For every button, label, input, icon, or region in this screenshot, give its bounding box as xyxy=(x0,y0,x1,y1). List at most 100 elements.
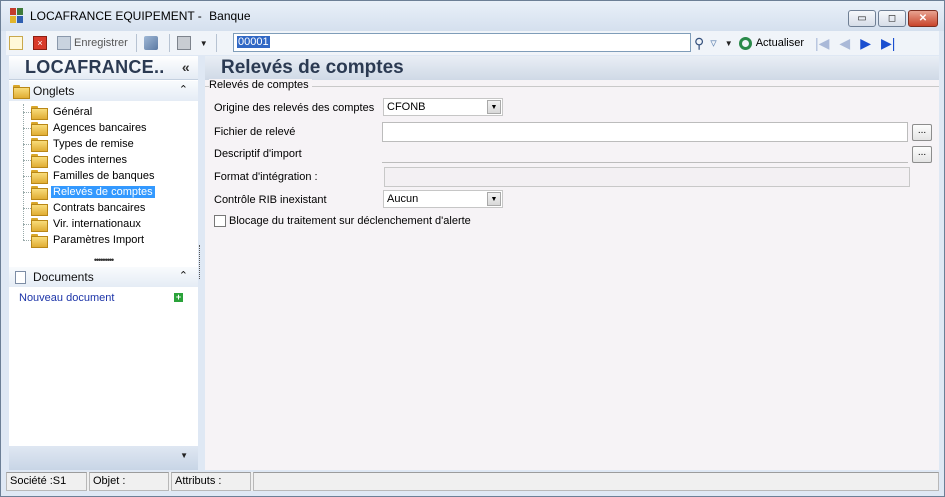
previous-record-icon[interactable]: ◀ xyxy=(839,35,850,52)
next-record-icon[interactable]: ▶ xyxy=(860,35,871,52)
window-subtitle: Banque xyxy=(209,9,251,23)
save-button[interactable]: Enregistrer xyxy=(54,33,128,53)
record-id-input[interactable]: 00001 xyxy=(233,33,691,52)
page-title: Relevés de comptes xyxy=(205,56,939,80)
descriptif-browse-button[interactable]: ... xyxy=(912,146,932,163)
folder-icon xyxy=(31,122,48,136)
chevron-down-icon[interactable]: ▼ xyxy=(487,192,501,206)
onglets-section-header[interactable]: Onglets ⌃ xyxy=(9,81,198,101)
chevron-down-icon[interactable]: ▼ xyxy=(200,39,208,48)
blocage-label: Blocage du traitement sur déclenchement … xyxy=(229,215,471,227)
toolbar: × Enregistrer ▼ 00001 ⚲ ▿ ▼ Actualiser |… xyxy=(6,31,939,55)
controle-label: Contrôle RIB inexistant xyxy=(214,194,327,206)
new-document-label: Nouveau document xyxy=(19,292,115,304)
fichier-browse-button[interactable]: ... xyxy=(912,124,932,141)
status-bar: Société :S1 Objet : Attributs : xyxy=(6,472,939,491)
status-empty xyxy=(253,472,939,491)
folder-icon xyxy=(31,154,48,168)
left-panel-footer: ▼ xyxy=(9,446,198,470)
descriptif-label: Descriptif d'import xyxy=(214,148,302,160)
origine-select[interactable]: CFONB ▼ xyxy=(383,98,503,116)
delete-icon: × xyxy=(33,36,47,50)
save-label: Enregistrer xyxy=(74,37,128,49)
documents-section-header[interactable]: Documents ⌃ xyxy=(9,267,198,287)
tab-releves-de-comptes[interactable]: Relevés de comptes xyxy=(23,184,198,200)
group-divider xyxy=(205,86,939,87)
filter-button[interactable]: ▿ ▼ xyxy=(710,33,732,53)
left-panel: LOCAFRANCE.. « Onglets ⌃ Général Agences… xyxy=(9,56,198,470)
new-document-icon xyxy=(9,36,23,50)
documents-title: Documents xyxy=(33,270,94,284)
controle-select[interactable]: Aucun ▼ xyxy=(383,190,503,208)
app-window: LOCAFRANCE EQUIPEMENT - Banque ▭ ◻ ✕ × E… xyxy=(0,0,945,497)
company-header: LOCAFRANCE.. « xyxy=(9,56,198,80)
folder-icon xyxy=(31,170,48,184)
restore-button[interactable]: ◻ xyxy=(878,10,906,27)
transfer-button[interactable] xyxy=(141,33,161,53)
chevron-down-icon[interactable]: ▼ xyxy=(487,100,501,114)
minimize-button[interactable]: ▭ xyxy=(848,10,876,27)
tab-codes-internes[interactable]: Codes internes xyxy=(23,152,198,168)
refresh-button[interactable]: Actualiser xyxy=(738,33,805,53)
group-title: Relevés de comptes xyxy=(209,79,312,91)
tab-familles-de-banques[interactable]: Familles de banques xyxy=(23,168,198,184)
search-button[interactable]: ⚲ xyxy=(694,33,704,53)
chevron-down-icon[interactable]: ▼ xyxy=(725,39,733,48)
onglets-title: Onglets xyxy=(33,84,75,98)
new-button[interactable] xyxy=(6,33,26,53)
collapse-section-icon[interactable]: ⌃ xyxy=(179,83,188,96)
collapse-panel-icon[interactable]: « xyxy=(182,59,190,75)
window-title: LOCAFRANCE EQUIPEMENT - Banque xyxy=(30,9,251,23)
transfer-icon xyxy=(143,36,158,50)
panel-splitter[interactable] xyxy=(199,245,201,279)
blocage-checkbox[interactable] xyxy=(214,215,226,227)
close-button[interactable]: ✕ xyxy=(908,10,938,27)
splitter-grip[interactable]: ••••••••• xyxy=(9,255,198,265)
folder-icon xyxy=(31,138,48,152)
tab-contrats-bancaires[interactable]: Contrats bancaires xyxy=(23,200,198,216)
onglets-tree: Général Agences bancaires Types de remis… xyxy=(9,104,198,248)
title-bar: LOCAFRANCE EQUIPEMENT - Banque ▭ ◻ ✕ xyxy=(1,1,944,31)
status-attributs: Attributs : xyxy=(171,472,251,491)
tab-general[interactable]: Général xyxy=(23,104,198,120)
status-objet: Objet : xyxy=(89,472,169,491)
format-label: Format d'intégration : xyxy=(214,171,318,183)
origine-value: CFONB xyxy=(387,101,426,113)
toolbar-separator xyxy=(135,34,137,52)
last-record-icon[interactable]: ▶| xyxy=(881,35,895,52)
collapse-section-icon[interactable]: ⌃ xyxy=(179,269,188,282)
folder-icon xyxy=(31,202,48,216)
chevron-down-icon[interactable]: ▼ xyxy=(180,451,188,460)
add-document-icon[interactable]: + xyxy=(174,293,183,302)
record-id-value: 00001 xyxy=(237,36,270,48)
print-button[interactable]: ▼ xyxy=(174,33,208,53)
refresh-icon xyxy=(738,36,752,50)
toolbar-separator xyxy=(215,34,217,52)
controle-value: Aucun xyxy=(387,193,419,205)
delete-button[interactable]: × xyxy=(30,33,50,53)
descriptif-input[interactable] xyxy=(382,144,908,163)
status-societe: Société :S1 xyxy=(6,472,87,491)
folder-icon xyxy=(13,85,30,99)
app-icon xyxy=(10,8,24,24)
origine-label: Origine des relevés des comptes xyxy=(214,102,375,114)
document-icon xyxy=(15,270,26,284)
folder-icon xyxy=(31,234,48,248)
save-icon xyxy=(57,36,71,50)
toolbar-separator xyxy=(168,34,170,52)
tab-parametres-import[interactable]: Paramètres Import xyxy=(23,232,198,248)
fichier-input[interactable] xyxy=(382,122,908,142)
tab-types-de-remise[interactable]: Types de remise xyxy=(23,136,198,152)
new-document-link[interactable]: Nouveau document + xyxy=(9,289,198,307)
filter-icon: ▿ xyxy=(710,35,717,50)
tab-agences-bancaires[interactable]: Agences bancaires xyxy=(23,120,198,136)
folder-icon xyxy=(31,218,48,232)
printer-icon xyxy=(176,36,191,50)
search-icon: ⚲ xyxy=(694,34,705,51)
refresh-label: Actualiser xyxy=(755,37,805,49)
first-record-icon[interactable]: |◀ xyxy=(815,35,829,52)
company-name: LOCAFRANCE.. xyxy=(25,57,165,77)
format-input[interactable] xyxy=(384,167,910,187)
main-content: Relevés de comptes Relevés de comptes Or… xyxy=(205,56,939,470)
tab-vir-internationaux[interactable]: Vir. internationaux xyxy=(23,216,198,232)
